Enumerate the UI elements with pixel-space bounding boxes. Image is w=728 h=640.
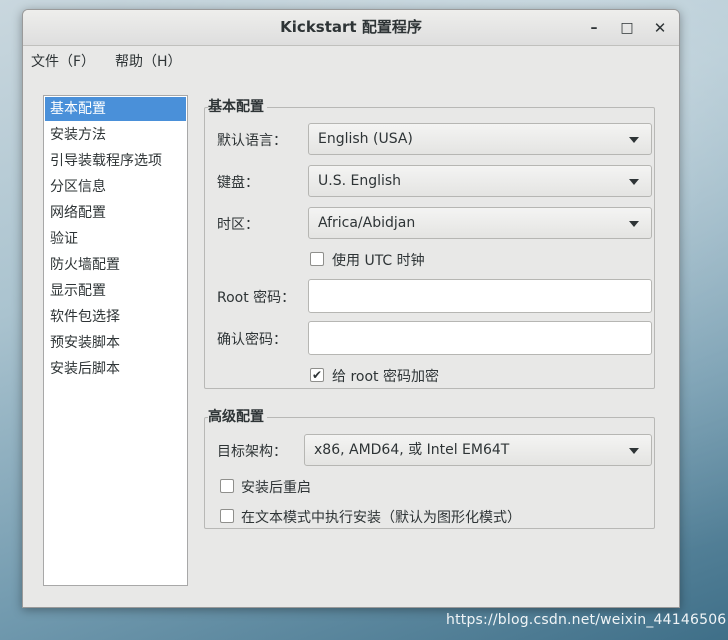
timezone-value: Africa/Abidjan xyxy=(318,215,416,231)
reboot-label: 安装后重启 xyxy=(241,480,311,496)
minimize-button[interactable]: – xyxy=(583,17,605,39)
confirm-password-label: 确认密码： xyxy=(217,332,287,348)
title-bar[interactable]: Kickstart 配置程序 – □ ✕ xyxy=(23,10,679,46)
root-password-input[interactable] xyxy=(308,279,652,313)
advanced-config-title: 高级配置 xyxy=(208,406,267,426)
chevron-down-icon xyxy=(629,137,639,143)
kickstart-window: Kickstart 配置程序 – □ ✕ 文件（F） 帮助（H） 基本配置 安装… xyxy=(22,9,680,608)
watermark-text: https://blog.csdn.net/weixin_44146506 xyxy=(446,612,727,628)
confirm-password-input[interactable] xyxy=(308,321,652,355)
chevron-down-icon xyxy=(629,448,639,454)
arch-label: 目标架构： xyxy=(217,444,287,460)
sidebar-item-display[interactable]: 显示配置 xyxy=(45,279,186,303)
reboot-checkbox[interactable] xyxy=(220,479,234,493)
sidebar-item-partitions[interactable]: 分区信息 xyxy=(45,175,186,199)
utc-label: 使用 UTC 时钟 xyxy=(332,253,425,269)
utc-checkbox[interactable] xyxy=(310,252,324,266)
sidebar-item-pre-script[interactable]: 预安装脚本 xyxy=(45,331,186,355)
text-mode-label: 在文本模式中执行安装（默认为图形化模式） xyxy=(241,510,521,526)
window-title: Kickstart 配置程序 xyxy=(280,18,422,36)
sidebar-item-auth[interactable]: 验证 xyxy=(45,227,186,251)
text-mode-checkbox[interactable] xyxy=(220,509,234,523)
basic-config-title: 基本配置 xyxy=(208,96,267,116)
menu-file[interactable]: 文件（F） xyxy=(31,51,95,71)
close-button[interactable]: ✕ xyxy=(649,17,671,39)
sidebar-item-post-script[interactable]: 安装后脚本 xyxy=(45,357,186,381)
timezone-select[interactable]: Africa/Abidjan xyxy=(308,207,652,239)
encrypt-root-label: 给 root 密码加密 xyxy=(332,369,439,385)
chevron-down-icon xyxy=(629,179,639,185)
arch-select[interactable]: x86, AMD64, 或 Intel EM64T xyxy=(304,434,652,466)
keyboard-label: 键盘： xyxy=(217,175,259,191)
sidebar-item-packages[interactable]: 软件包选择 xyxy=(45,305,186,329)
arch-value: x86, AMD64, 或 Intel EM64T xyxy=(314,442,510,458)
category-list: 基本配置 安装方法 引导装载程序选项 分区信息 网络配置 验证 防火墙配置 显示… xyxy=(43,95,188,586)
menu-bar: 文件（F） 帮助（H） xyxy=(23,46,679,74)
sidebar-item-firewall[interactable]: 防火墙配置 xyxy=(45,253,186,277)
encrypt-root-checkbox[interactable]: ✔ xyxy=(310,368,324,382)
language-value: English (USA) xyxy=(318,131,413,147)
root-password-label: Root 密码： xyxy=(217,290,296,306)
sidebar-item-network[interactable]: 网络配置 xyxy=(45,201,186,225)
sidebar-item-install-method[interactable]: 安装方法 xyxy=(45,123,186,147)
language-label: 默认语言： xyxy=(217,133,287,149)
keyboard-select[interactable]: U.S. English xyxy=(308,165,652,197)
chevron-down-icon xyxy=(629,221,639,227)
keyboard-value: U.S. English xyxy=(318,173,402,189)
maximize-button[interactable]: □ xyxy=(616,17,638,39)
timezone-label: 时区： xyxy=(217,217,259,233)
menu-help[interactable]: 帮助（H） xyxy=(115,51,182,71)
sidebar-item-bootloader[interactable]: 引导装载程序选项 xyxy=(45,149,186,173)
sidebar-item-basic[interactable]: 基本配置 xyxy=(45,97,186,121)
language-select[interactable]: English (USA) xyxy=(308,123,652,155)
